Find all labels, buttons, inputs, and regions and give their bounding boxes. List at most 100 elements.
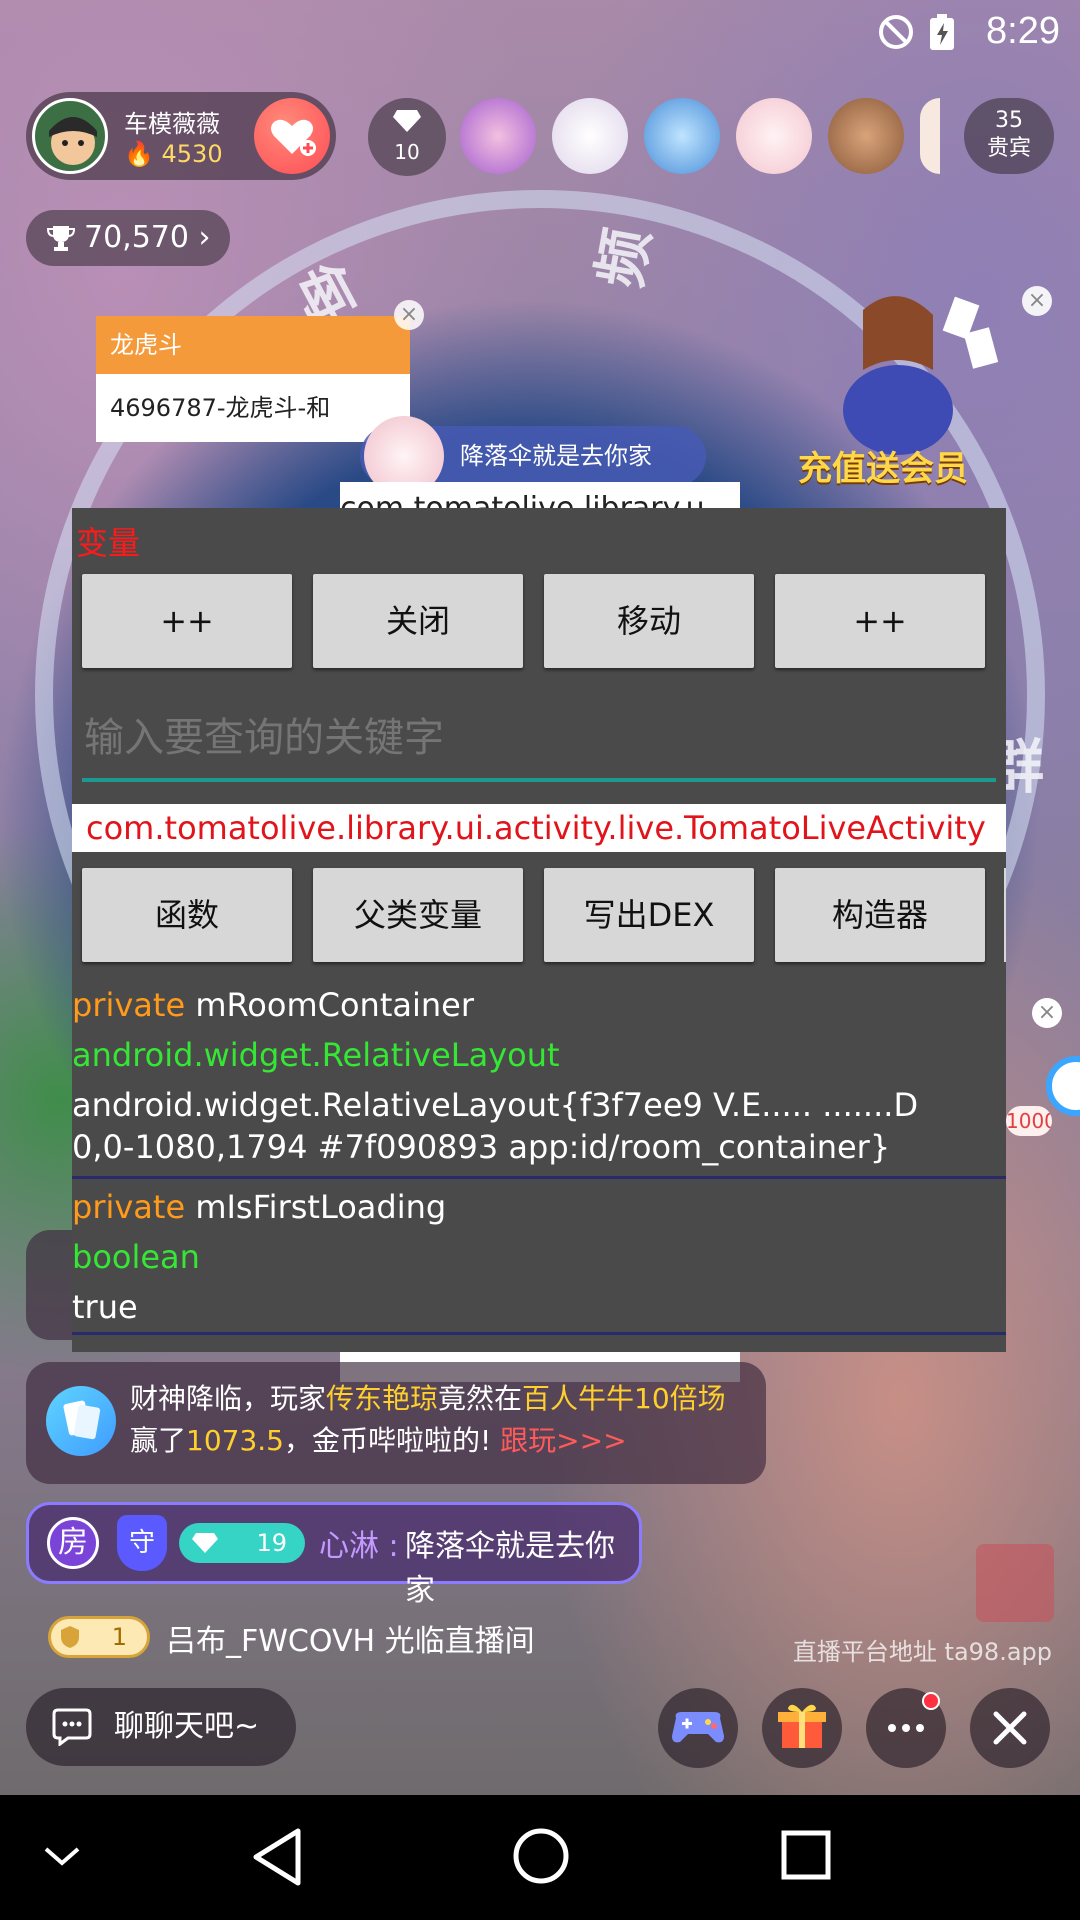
field-type: android.widget.RelativeLayout: [72, 1036, 560, 1074]
parent-variables-button[interactable]: 父类变量: [313, 868, 523, 962]
trophy-icon: [46, 226, 76, 251]
promo-text: 充值送会员: [798, 449, 968, 489]
heart-plus-icon: [271, 119, 316, 156]
increase-button-2[interactable]: ++: [775, 574, 985, 668]
close-icon: [993, 1711, 1027, 1745]
welcome-level-badge: 1: [48, 1616, 150, 1658]
more-button[interactable]: [866, 1688, 946, 1768]
side-activity-widget[interactable]: 1000: [1006, 1016, 1080, 1136]
chat-username[interactable]: 心淋 :: [319, 1521, 399, 1565]
follow-button[interactable]: [254, 98, 330, 174]
search-underline: [82, 778, 996, 782]
watermark-logo: [976, 1544, 1054, 1622]
chat-input-button[interactable]: 聊聊天吧~: [26, 1688, 296, 1766]
diamond-icon: [192, 1533, 218, 1553]
floating-message-text: 降落伞就是去你家: [460, 442, 652, 470]
chevron-down-icon[interactable]: [40, 1841, 84, 1871]
game-button[interactable]: [658, 1688, 738, 1768]
announcement-amount: 1073.5: [186, 1424, 284, 1457]
announcement-part: 竟然在: [438, 1382, 523, 1415]
announcement-part: 财神降临，玩家: [130, 1382, 327, 1415]
viewer-avatar[interactable]: [644, 98, 720, 174]
field-separator: [72, 1332, 1006, 1335]
panel-title: 变量: [76, 524, 141, 562]
search-input[interactable]: [82, 698, 994, 778]
battery-charging-icon: [930, 14, 954, 50]
host-avatar[interactable]: [32, 98, 108, 174]
announcement-part: 赢了: [130, 1424, 187, 1457]
constructors-button[interactable]: 构造器: [775, 868, 985, 962]
chat-message-partial: [26, 1230, 72, 1340]
follow-play-link[interactable]: 跟玩>>>: [500, 1424, 626, 1457]
host-score-value: 4530: [161, 140, 223, 168]
field-item[interactable]: private mRoomContainer android.widget.Re…: [72, 984, 1006, 1168]
viewer-avatar[interactable]: [552, 98, 628, 174]
field-type: boolean: [72, 1238, 200, 1276]
viewer-avatar[interactable]: [460, 98, 536, 174]
chat-bubble-icon: [52, 1708, 92, 1746]
close-icon[interactable]: ×: [394, 300, 424, 330]
chat-placeholder: 聊聊天吧~: [114, 1709, 260, 1744]
close-icon[interactable]: ×: [1022, 286, 1052, 316]
back-icon[interactable]: [248, 1825, 304, 1889]
announcement-game: 百人牛牛10倍场: [522, 1382, 726, 1415]
methods-button[interactable]: 函数: [82, 868, 292, 962]
gift-button[interactable]: [762, 1688, 842, 1768]
vip-label: 贵宾: [986, 136, 1031, 161]
status-bar: 8:29: [0, 0, 1080, 66]
announcement-player: 传东艳琼: [326, 1382, 439, 1415]
shield-icon: [61, 1626, 79, 1648]
system-announcement-message[interactable]: 财神降临，玩家传东艳琼竟然在百人牛牛10倍场赢了1073.5，金币哔啦啦的! 跟…: [26, 1362, 766, 1484]
welcome-level: 1: [111, 1623, 127, 1651]
room-manager-badge: 房: [47, 1517, 99, 1569]
field-modifier: private: [72, 986, 186, 1024]
field-value: android.widget.RelativeLayout{f3f7ee9 V.…: [72, 1086, 919, 1124]
viewer-avatar[interactable]: [828, 98, 904, 174]
increase-button[interactable]: ++: [82, 574, 292, 668]
announcement-part: ，金币哔啦啦的!: [284, 1424, 501, 1457]
move-button[interactable]: 移动: [544, 574, 754, 668]
field-name: mIsFirstLoading: [195, 1188, 447, 1226]
field-item[interactable]: private mIsFirstLoading boolean true: [72, 1186, 1006, 1328]
user-level-badge: 19: [179, 1523, 305, 1563]
exit-button[interactable]: [970, 1688, 1050, 1768]
viewer-avatar[interactable]: [920, 98, 940, 174]
promo-character-icon: [843, 296, 999, 455]
dump-dex-button[interactable]: 写出DEX: [544, 868, 754, 962]
game-result-popup[interactable]: 龙虎斗 4696787-龙虎斗-和: [96, 316, 410, 442]
contribution-value: 70,570: [84, 220, 189, 255]
home-icon[interactable]: [510, 1825, 572, 1887]
vip-count-button[interactable]: 35 贵宾: [964, 98, 1054, 174]
field-name: mRoomContainer: [195, 986, 474, 1024]
welcome-message: 吕布_FWCOVH 光临直播间: [166, 1624, 535, 1659]
game-result-body: 4696787-龙虎斗-和: [96, 374, 410, 442]
do-not-disturb-icon: [879, 15, 913, 49]
variable-inspector-panel: 变量 ++ 关闭 移动 ++ com.tomatolive.library.ui…: [72, 508, 1006, 1352]
side-activity-icon: [1046, 1056, 1080, 1116]
host-score: 🔥 4530: [124, 140, 223, 168]
close-button[interactable]: 关闭: [313, 574, 523, 668]
viewer-avatar[interactable]: [736, 98, 812, 174]
cards-game-icon: [46, 1386, 116, 1456]
gamepad-icon: [672, 1712, 724, 1743]
field-value-cont: 0,0-1080,1794 #7f090893 app:id/room_cont…: [72, 1128, 891, 1166]
guard-chat-message[interactable]: 房 守 19 心淋 : 降落伞就是去你家: [26, 1502, 642, 1608]
host-name: 车模薇薇: [124, 110, 220, 138]
contribution-rank-button[interactable]: 70,570 ›: [26, 210, 230, 266]
host-info-pill[interactable]: 车模薇薇 🔥 4530: [26, 92, 336, 180]
system-navigation-bar: [0, 1795, 1080, 1920]
scroll-overflow-hint: [1004, 868, 1006, 962]
recent-apps-icon[interactable]: [780, 1829, 832, 1881]
vip-count: 35: [995, 108, 1023, 133]
recharge-promo[interactable]: 充值送会员: [798, 280, 1056, 490]
chat-text: 降落伞就是去你家: [405, 1529, 615, 1608]
guard-badge: 守: [117, 1515, 167, 1571]
close-icon[interactable]: ×: [1032, 998, 1062, 1028]
field-modifier: private: [72, 1188, 186, 1226]
viewer-rank-count: 10: [394, 140, 420, 164]
class-name-label[interactable]: com.tomatolive.library.ui.activity.live.…: [72, 804, 1006, 852]
chat-username-text: 心淋: [319, 1529, 379, 1564]
announcement-text: 财神降临，玩家传东艳琼竟然在百人牛牛10倍场赢了1073.5，金币哔啦啦的! 跟…: [130, 1378, 750, 1462]
viewer-rank-button[interactable]: 10: [368, 98, 446, 176]
field-value: true: [72, 1288, 138, 1326]
